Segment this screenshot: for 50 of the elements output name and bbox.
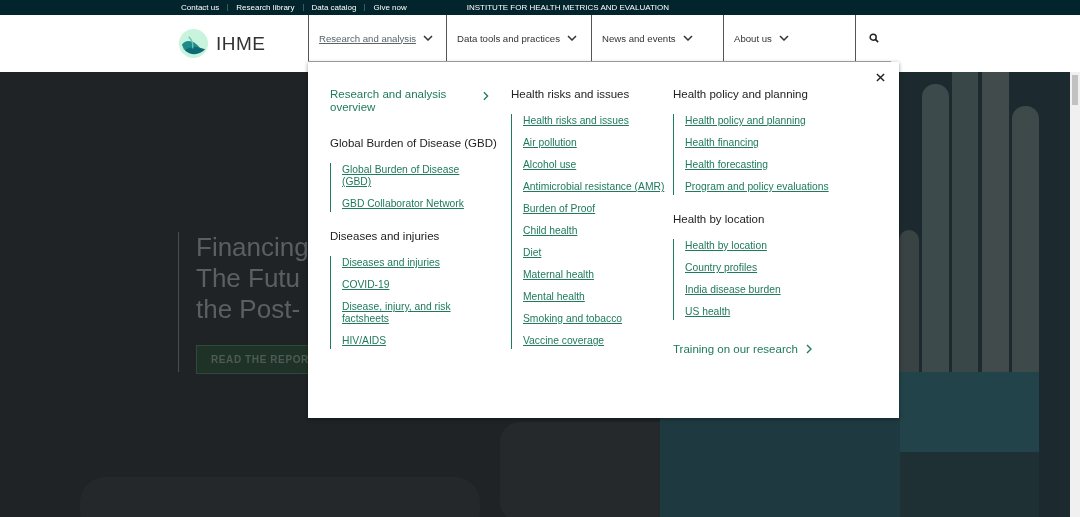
close-icon [876,73,885,82]
institute-name: INSTITUTE FOR HEALTH METRICS AND EVALUATION [466,3,670,12]
utility-link[interactable]: Data catalog [311,3,357,12]
section-heading: Diseases and injuries [330,230,441,242]
scrollbar[interactable] [1070,72,1080,517]
section-heading: Health risks and issues [511,88,631,100]
menu-link[interactable]: COVID-19 [342,279,482,291]
training-link[interactable]: Training on our research [673,343,854,355]
utility-link[interactable]: Give now [373,3,407,12]
menu-link[interactable]: Smoking and tobacco [523,313,673,325]
menu-link[interactable]: Country profiles [685,262,854,274]
menu-link[interactable]: US health [685,306,854,318]
hero-title: Financing The Futu the Post- [196,232,310,325]
section-heading: Global Burden of Disease (GBD) [330,137,498,149]
chevron-right-icon [805,344,812,354]
menu-link[interactable]: India disease burden [685,284,854,296]
search-icon [868,33,879,43]
logo-text[interactable]: IHME [216,32,266,55]
logo-icon[interactable] [179,29,208,58]
menu-link[interactable]: HIV/AIDS [342,335,482,347]
menu-link[interactable]: Health financing [685,137,854,149]
menu-link[interactable]: Maternal health [523,269,673,281]
chevron-down-icon [778,35,789,41]
menu-link[interactable]: GBD Collaborator Network [342,198,482,210]
chevron-down-icon [566,35,577,41]
section-heading: Health policy and planning [673,88,809,100]
menu-link[interactable]: Health forecasting [685,159,854,171]
menu-link[interactable]: Air pollution [523,137,673,149]
menu-link[interactable]: Health risks and issues [523,115,673,127]
utility-link[interactable]: Contact us [181,3,220,12]
chevron-down-icon [423,35,434,41]
menu-link[interactable]: Program and policy evaluations [685,181,854,193]
section-heading: Health by location [673,213,766,225]
menu-link[interactable]: Vaccine coverage [523,335,673,347]
menu-link[interactable]: Burden of Proof [523,203,673,215]
menu-link[interactable]: Health policy and planning [685,115,854,127]
menu-link[interactable]: Diseases and injuries [342,257,482,269]
menu-link[interactable]: Mental health [523,291,673,303]
menu-link[interactable]: Antimicrobial resistance (AMR) [523,181,673,193]
chevron-down-icon [682,35,693,41]
menu-link[interactable]: Global Burden of Disease (GBD) [342,164,482,188]
menu-link[interactable]: Disease, injury, and risk factsheets [342,301,482,325]
utility-link[interactable]: Research library [236,3,295,12]
chevron-right-icon [483,91,489,101]
close-button[interactable] [874,71,887,84]
menu-link[interactable]: Diet [523,247,673,259]
menu-link[interactable]: Health by location [685,240,854,252]
menu-link[interactable]: Child health [523,225,673,237]
menu-link[interactable]: Alcohol use [523,159,673,171]
overview-link[interactable]: Research and analysis overview [330,88,489,114]
